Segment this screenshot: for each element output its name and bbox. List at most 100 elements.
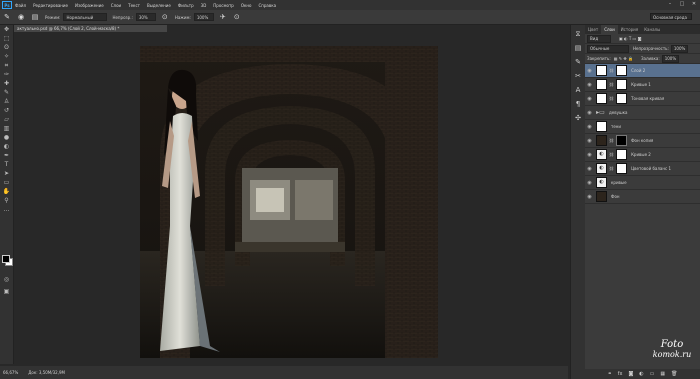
gradient-tool-icon[interactable]: ▥ bbox=[2, 125, 11, 133]
tab-color[interactable]: Цвет bbox=[585, 25, 601, 34]
fx-icon[interactable]: fx bbox=[618, 371, 623, 377]
eraser-tool-icon[interactable]: ▱ bbox=[2, 116, 11, 124]
type-tool-icon[interactable]: T bbox=[2, 161, 11, 169]
magic-wand-tool-icon[interactable]: ✧ bbox=[2, 53, 11, 61]
quick-mask-icon[interactable]: ◎ bbox=[2, 276, 11, 284]
opacity-field[interactable]: 30% bbox=[135, 13, 156, 21]
kind-filter-select[interactable]: Вид bbox=[587, 34, 611, 43]
lasso-tool-icon[interactable]: ʘ bbox=[2, 44, 11, 52]
chain-link-icon[interactable]: ⛓ bbox=[609, 96, 614, 101]
brush-panel-icon[interactable]: ✎ bbox=[573, 57, 583, 67]
brush-tool-icon[interactable]: ✎ bbox=[3, 13, 11, 21]
add-mask-icon[interactable]: ◙ bbox=[628, 371, 633, 377]
layer-row[interactable]: ◉ ⛓ Слой 2 bbox=[585, 64, 700, 78]
blend-mode-select[interactable]: Обычные bbox=[587, 44, 629, 53]
clone-source-icon[interactable]: ✣ bbox=[573, 113, 583, 123]
layer-thumbnail[interactable] bbox=[596, 191, 607, 202]
eyedropper-tool-icon[interactable]: ✑ bbox=[2, 71, 11, 79]
group-folder-icon[interactable]: ▸▭ bbox=[596, 108, 605, 117]
mode-select[interactable]: Нормальный bbox=[63, 13, 108, 21]
airbrush-icon[interactable]: ✈ bbox=[219, 13, 227, 21]
visibility-eye-icon[interactable]: ◉ bbox=[585, 96, 594, 102]
trash-icon[interactable]: 🗑 bbox=[671, 371, 677, 377]
layer-mask-thumbnail[interactable] bbox=[616, 65, 628, 76]
brush-preset-icon[interactable]: ◉ bbox=[17, 13, 25, 21]
layer-thumbnail[interactable] bbox=[596, 93, 607, 104]
menu-item[interactable]: Файл bbox=[15, 3, 26, 8]
path-selection-tool-icon[interactable]: ➤ bbox=[2, 170, 11, 178]
layer-row[interactable]: ◉ ◐ ⛓ Кривые 2 bbox=[585, 148, 700, 162]
menu-item[interactable]: Окно bbox=[241, 3, 252, 8]
paragraph-icon[interactable]: ¶ bbox=[573, 99, 583, 109]
layer-mask-thumbnail[interactable] bbox=[616, 135, 628, 146]
shape-tool-icon[interactable]: ▭ bbox=[2, 179, 11, 187]
fill-field[interactable]: 100% bbox=[661, 54, 680, 63]
document-tab[interactable]: актуально.psd @ 66,7% (Слой 2, Слой-маск… bbox=[14, 25, 167, 32]
visibility-eye-icon[interactable]: ◉ bbox=[585, 180, 594, 186]
layer-thumbnail[interactable]: ◐ bbox=[596, 163, 607, 174]
pressure-size-icon[interactable]: ⊙ bbox=[233, 13, 241, 21]
layer-row[interactable]: ◉ ⛓ Фон копия bbox=[585, 134, 700, 148]
layer-mask-thumbnail[interactable] bbox=[616, 93, 628, 104]
more-tools-icon[interactable]: … bbox=[2, 206, 11, 214]
adjustment-layer-icon[interactable]: ◐ bbox=[639, 371, 643, 377]
layer-row[interactable]: ◉ ◐ кривые bbox=[585, 176, 700, 190]
brush-tool-icon[interactable]: ✎ bbox=[2, 89, 11, 97]
layer-mask-thumbnail[interactable] bbox=[616, 79, 628, 90]
menu-item[interactable]: Слои bbox=[111, 3, 121, 8]
zoom-readout[interactable]: 66,67% bbox=[3, 370, 18, 375]
visibility-eye-icon[interactable]: ◉ bbox=[585, 124, 594, 130]
flow-field[interactable]: 100% bbox=[193, 13, 214, 21]
chain-link-icon[interactable]: ⛓ bbox=[609, 152, 614, 157]
menu-item[interactable]: Выделение bbox=[147, 3, 171, 8]
new-group-icon[interactable]: ▭ bbox=[650, 371, 655, 377]
layer-mask-thumbnail[interactable] bbox=[616, 149, 628, 160]
menu-item[interactable]: Просмотр bbox=[213, 3, 234, 8]
pen-tool-icon[interactable]: ✒ bbox=[2, 152, 11, 160]
minimize-button[interactable]: – bbox=[667, 1, 673, 7]
history-icon[interactable]: ⧖ bbox=[573, 29, 583, 39]
visibility-eye-icon[interactable]: ◉ bbox=[585, 82, 594, 88]
chain-link-icon[interactable]: ⛓ bbox=[609, 166, 614, 171]
layer-mask-thumbnail[interactable] bbox=[616, 163, 628, 174]
layer-thumbnail[interactable]: ◐ bbox=[596, 177, 607, 188]
layer-row[interactable]: ◉ ⛓ Тоновая кривая bbox=[585, 92, 700, 106]
menu-item[interactable]: Изображение bbox=[75, 3, 104, 8]
layer-row[interactable]: ◉ Фон bbox=[585, 190, 700, 204]
tab-channels[interactable]: Каналы bbox=[641, 25, 663, 34]
history-brush-tool-icon[interactable]: ↺ bbox=[2, 107, 11, 115]
layer-thumbnail[interactable] bbox=[596, 65, 607, 76]
marquee-tool-icon[interactable]: ⬚ bbox=[2, 35, 11, 43]
layer-row[interactable]: ◉ ▸▭ девушка bbox=[585, 106, 700, 120]
layer-thumbnail[interactable] bbox=[596, 121, 607, 132]
menu-item[interactable]: Редактирование bbox=[33, 3, 68, 8]
chain-link-icon[interactable]: ⛓ bbox=[609, 82, 614, 87]
filter-icons[interactable]: ▣ ◐ T ▭ ◙ bbox=[619, 36, 641, 41]
document-image[interactable] bbox=[140, 46, 438, 358]
layer-thumbnail[interactable]: ◐ bbox=[596, 149, 607, 160]
link-layers-icon[interactable]: ⚭ bbox=[608, 371, 612, 377]
layer-thumbnail[interactable] bbox=[596, 135, 607, 146]
lock-icons[interactable]: ▦ ✎ ✥ 🔒 bbox=[614, 56, 633, 61]
tab-history[interactable]: История bbox=[618, 25, 642, 34]
blur-tool-icon[interactable]: ● bbox=[2, 134, 11, 142]
character-icon[interactable]: A bbox=[573, 85, 583, 95]
dodge-tool-icon[interactable]: ◐ bbox=[2, 143, 11, 151]
layer-row[interactable]: ◉ ◐ ⛓ Цветовой баланс 1 bbox=[585, 162, 700, 176]
properties-icon[interactable]: ▤ bbox=[573, 43, 583, 53]
menu-item[interactable]: Фильтр bbox=[178, 3, 194, 8]
layer-thumbnail[interactable] bbox=[596, 79, 607, 90]
layer-opacity-field[interactable]: 100% bbox=[670, 44, 689, 53]
menu-item[interactable]: 3D bbox=[201, 3, 207, 8]
visibility-eye-icon[interactable]: ◉ bbox=[585, 110, 594, 116]
close-button[interactable]: ✕ bbox=[691, 1, 697, 7]
chain-link-icon[interactable]: ⛓ bbox=[609, 68, 614, 73]
new-layer-icon[interactable]: ▦ bbox=[660, 371, 665, 377]
crop-tool-icon[interactable]: ⌗ bbox=[2, 62, 11, 70]
hand-tool-icon[interactable]: ✋ bbox=[2, 188, 11, 196]
tool-presets-icon[interactable]: ✂ bbox=[573, 71, 583, 81]
pressure-opacity-icon[interactable]: ⊙ bbox=[161, 13, 169, 21]
foreground-color-swatch[interactable] bbox=[2, 255, 10, 263]
brush-panel-icon[interactable]: ▤ bbox=[31, 13, 39, 21]
visibility-eye-icon[interactable]: ◉ bbox=[585, 68, 594, 74]
